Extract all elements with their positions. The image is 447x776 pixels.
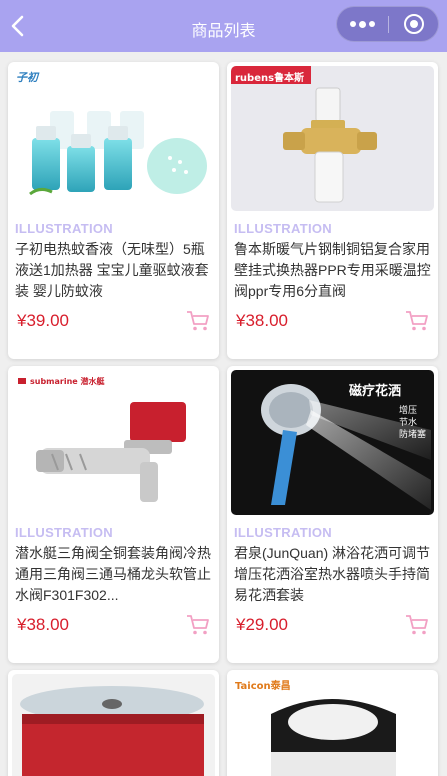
- product-card[interactable]: [8, 670, 219, 776]
- product-price: ¥38.00: [17, 615, 69, 634]
- brand-logo: rubens鲁本斯: [235, 73, 305, 84]
- cart-icon[interactable]: [405, 614, 429, 636]
- product-image: submarine 潜水艇: [12, 370, 215, 515]
- product-tag: ILLUSTRATION: [15, 525, 113, 540]
- feature-label: 节水: [399, 417, 418, 427]
- product-image: Taicon泰昌: [231, 674, 434, 776]
- feature-labels: 增压 节水 防堵塞: [399, 404, 426, 440]
- product-tag: ILLUSTRATION: [234, 525, 332, 540]
- product-card[interactable]: 磁疗花洒 增压 节水 防堵塞 ILLUSTRATION 君泉(JunQuan) …: [227, 366, 438, 663]
- cart-icon[interactable]: [405, 310, 429, 332]
- brand-logo: submarine 潜水艇: [30, 377, 105, 386]
- product-name: 君泉(JunQuan) 淋浴花洒可调节增压花洒浴室热水器喷头手持简易花洒套装: [234, 545, 431, 603]
- product-grid: 子初 ILLUSTRATION 子初电热蚊香液（无味型）5瓶液送1加热器 宝宝儿…: [0, 52, 447, 776]
- feature-label: 防堵塞: [399, 429, 427, 439]
- product-price: ¥39.00: [17, 311, 69, 330]
- product-card[interactable]: rubens鲁本斯 ILLUSTRATION 鲁本斯暖气片钢制铜铝复合家用壁挂式…: [227, 62, 438, 359]
- product-name: 潜水艇三角阀全铜套装角阀冷热通用三角阀三通马桶龙头软管止水阀F301F302..…: [15, 545, 211, 603]
- brand-logo: Taicon泰昌: [235, 681, 291, 692]
- nav-bar: 商品列表: [0, 0, 447, 52]
- product-tag: ILLUSTRATION: [15, 221, 113, 236]
- brand-logo: 子初: [16, 71, 38, 84]
- more-menu-icon[interactable]: [337, 7, 388, 41]
- cart-icon[interactable]: [186, 310, 210, 332]
- product-tag: ILLUSTRATION: [234, 221, 332, 236]
- product-price: ¥29.00: [236, 615, 288, 634]
- product-card[interactable]: 子初 ILLUSTRATION 子初电热蚊香液（无味型）5瓶液送1加热器 宝宝儿…: [8, 62, 219, 359]
- product-name: 子初电热蚊香液（无味型）5瓶液送1加热器 宝宝儿童驱蚊液套装 婴儿防蚊液: [15, 241, 209, 299]
- product-name: 鲁本斯暖气片钢制铜铝复合家用壁挂式换热器PPR专用采暖温控阀ppr专用6分直阀: [234, 241, 431, 299]
- product-image: [12, 674, 215, 776]
- brand-logo: 磁疗花洒: [349, 384, 402, 399]
- mini-program-capsule: [336, 6, 439, 42]
- product-card[interactable]: submarine 潜水艇 ILLUSTRATION 潜水艇三角阀全铜套装角阀冷…: [8, 366, 219, 663]
- product-card[interactable]: Taicon泰昌: [227, 670, 438, 776]
- product-image: 子初: [12, 66, 215, 211]
- feature-label: 增压: [399, 405, 418, 415]
- close-mini-program-icon[interactable]: [389, 7, 439, 41]
- product-price: ¥38.00: [236, 311, 288, 330]
- product-image: 磁疗花洒 增压 节水 防堵塞: [231, 370, 434, 515]
- cart-icon[interactable]: [186, 614, 210, 636]
- product-image: rubens鲁本斯: [231, 66, 434, 211]
